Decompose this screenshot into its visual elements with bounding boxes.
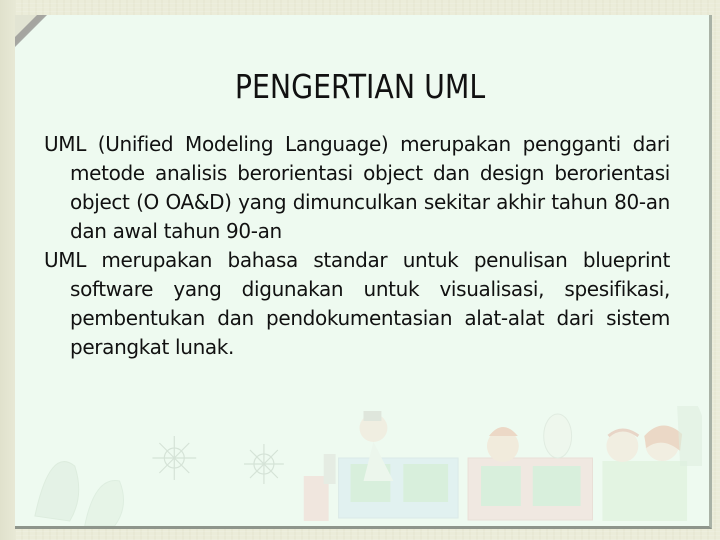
paragraph-uml-purpose: UML merupakan bahasa standar untuk penul… xyxy=(44,248,670,359)
slide-title: PENGERTIAN UML xyxy=(234,67,486,107)
bush-left-icon xyxy=(34,461,125,526)
paragraph-uml-definition: UML (Unified Modeling Language) merupaka… xyxy=(44,132,670,243)
train-engine-icon xyxy=(303,411,459,521)
flower-icon xyxy=(244,444,284,484)
slide-body: UML (Unified Modeling Language) merupaka… xyxy=(44,130,670,362)
grass-right-icon xyxy=(677,406,703,466)
flower-icon xyxy=(152,436,197,480)
train-car-icon xyxy=(467,413,594,521)
train-illustration xyxy=(34,406,703,526)
slide-background-strip xyxy=(0,0,16,540)
passenger-icon xyxy=(602,425,688,521)
